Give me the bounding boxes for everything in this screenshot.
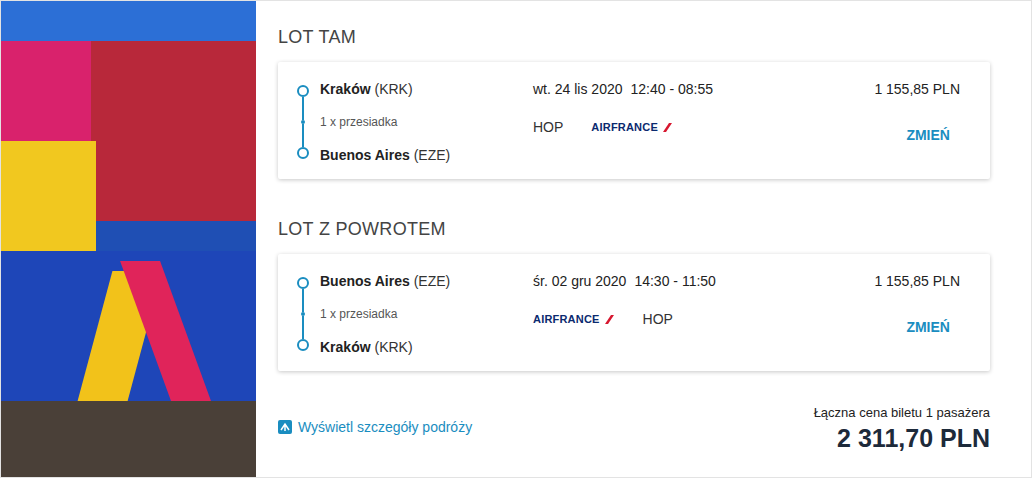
schedule: wt. 24 lis 2020 12:40 - 08:55 HOP AIRFRANCE bbox=[533, 81, 874, 163]
airfrance-logo: AIRFRANCE bbox=[591, 121, 673, 133]
origin-city: Kraków bbox=[320, 81, 371, 97]
schedule: śr. 02 gru 2020 14:30 - 11:50 AIRFRANCE HOP bbox=[533, 273, 874, 355]
itinerary-panel: LOT TAMKraków (KRK)1 x przesiadkaBuenos … bbox=[256, 1, 1031, 477]
carriers: HOP AIRFRANCE bbox=[533, 119, 874, 135]
change-link[interactable]: ZMIEŃ bbox=[884, 319, 950, 335]
stops: 1 x przesiadka bbox=[320, 115, 450, 129]
route: Kraków (KRK) 1 x przesiadka Buenos Aires (… bbox=[297, 81, 533, 163]
destination: Buenos Aires (EZE) bbox=[320, 147, 450, 163]
itinerary-icon bbox=[278, 420, 292, 434]
destination-marker bbox=[297, 339, 309, 351]
total-label: Łączna cena biletu 1 pasażera bbox=[814, 405, 990, 420]
airline-name: HOP bbox=[643, 311, 673, 327]
price-column: 1 155,85 PLN ZMIEŃ bbox=[874, 81, 960, 163]
origin-code: (EZE) bbox=[414, 273, 451, 289]
change-link[interactable]: ZMIEŃ bbox=[884, 127, 950, 143]
section-title: LOT TAM bbox=[278, 27, 990, 48]
airline-name: AIRFRANCE bbox=[591, 121, 658, 133]
details-link[interactable]: Wyświetl szczegóły podróży bbox=[278, 419, 472, 435]
origin-city: Buenos Aires bbox=[320, 273, 410, 289]
origin-marker bbox=[297, 85, 309, 97]
origin-marker bbox=[297, 277, 309, 289]
flight-card: Buenos Aires (EZE) 1 x przesiadka Kraków (… bbox=[278, 254, 990, 371]
flight-price: 1 155,85 PLN bbox=[874, 81, 960, 97]
details-text: Wyświetl szczegóły podróży bbox=[298, 419, 472, 435]
summary-row: Wyświetl szczegóły podróży Łączna cena bi… bbox=[278, 405, 990, 453]
time: 12:40 - 08:55 bbox=[631, 81, 714, 97]
airfrance-stripe-icon bbox=[603, 315, 615, 324]
destination-marker bbox=[297, 147, 309, 159]
time: 14:30 - 11:50 bbox=[634, 273, 715, 289]
stops: 1 x przesiadka bbox=[320, 307, 450, 321]
flight-card: Kraków (KRK) 1 x przesiadka Buenos Aires (… bbox=[278, 62, 990, 179]
total-price: Łączna cena biletu 1 pasażera 2 311,70 PL… bbox=[814, 405, 990, 453]
date-time: wt. 24 lis 2020 12:40 - 08:55 bbox=[533, 81, 874, 97]
date-time: śr. 02 gru 2020 14:30 - 11:50 bbox=[533, 273, 874, 289]
airfrance-logo: AIRFRANCE bbox=[533, 313, 615, 325]
destination-city: Kraków bbox=[320, 339, 371, 355]
total-value: 2 311,70 PLN bbox=[814, 424, 990, 453]
airline-name: HOP bbox=[533, 119, 563, 135]
airline-name: AIRFRANCE bbox=[533, 313, 600, 325]
destination-code: (KRK) bbox=[374, 339, 412, 355]
airfrance-stripe-icon bbox=[661, 123, 673, 132]
destination-code: (EZE) bbox=[414, 147, 451, 163]
route-timeline bbox=[297, 81, 309, 163]
origin-code: (KRK) bbox=[374, 81, 412, 97]
date: śr. 02 gru 2020 bbox=[533, 273, 626, 289]
section-title: LOT Z POWROTEM bbox=[278, 219, 990, 240]
route: Buenos Aires (EZE) 1 x przesiadka Kraków (… bbox=[297, 273, 533, 355]
route-timeline bbox=[297, 273, 309, 355]
date: wt. 24 lis 2020 bbox=[533, 81, 623, 97]
destination: Kraków (KRK) bbox=[320, 339, 450, 355]
carriers: AIRFRANCE HOP bbox=[533, 311, 874, 327]
price-column: 1 155,85 PLN ZMIEŃ bbox=[874, 273, 960, 355]
origin: Kraków (KRK) bbox=[320, 81, 450, 97]
destination-city: Buenos Aires bbox=[320, 147, 410, 163]
destination-photo bbox=[1, 1, 256, 477]
origin: Buenos Aires (EZE) bbox=[320, 273, 450, 289]
flight-price: 1 155,85 PLN bbox=[874, 273, 960, 289]
